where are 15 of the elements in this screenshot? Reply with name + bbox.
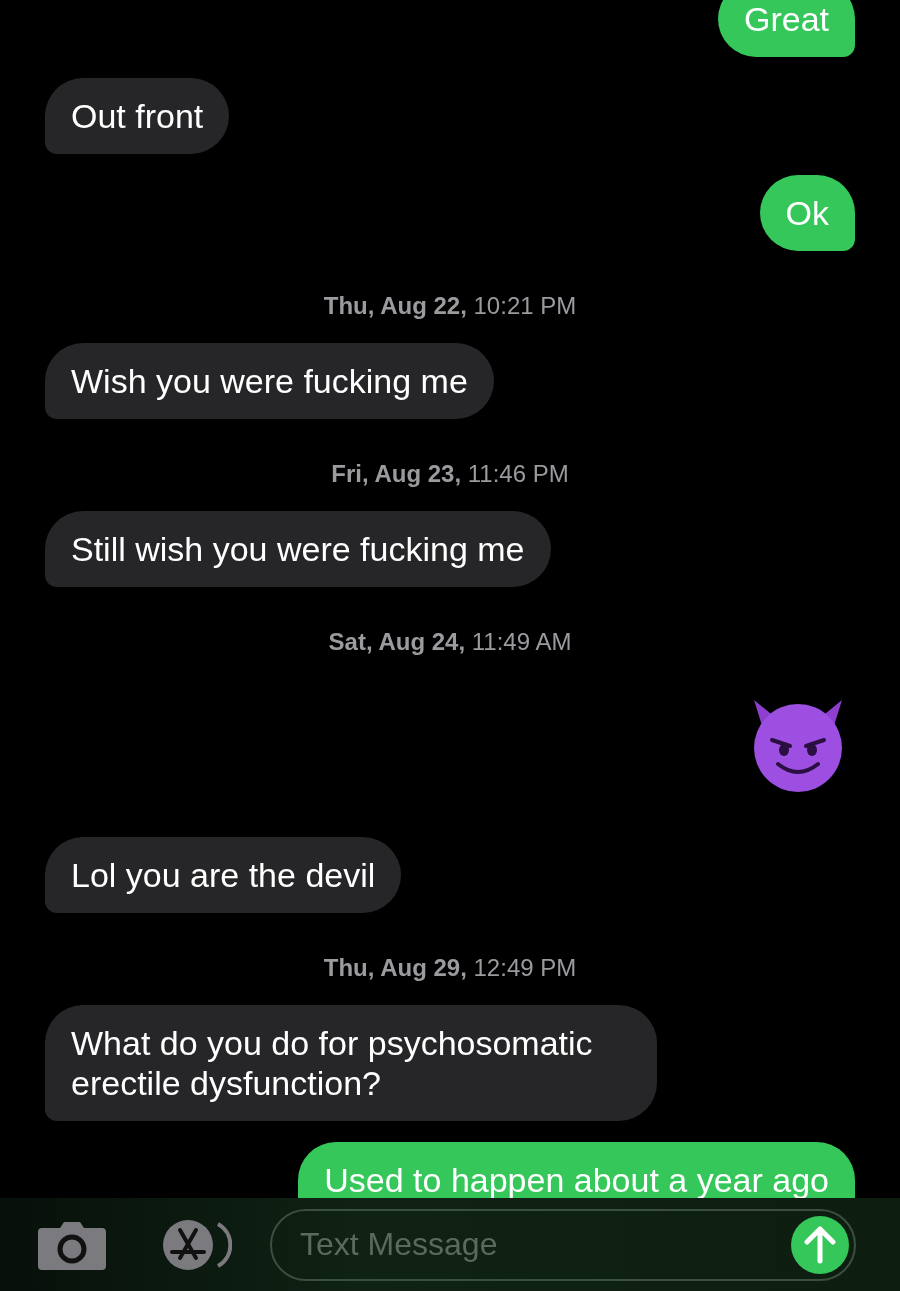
timestamp: Thu, Aug 29, 12:49 PM: [323, 954, 577, 982]
received-message-bubble: Out front: [45, 78, 230, 154]
received-message-bubble: Lol you are the devil: [45, 837, 402, 913]
timestamp: Thu, Aug 22, 10:21 PM: [323, 292, 577, 320]
received-message-bubble: What do you do for psychosomatic erectile dysfunction?: [45, 1005, 657, 1121]
send-button[interactable]: [791, 1215, 849, 1274]
timestamp: Fri, Aug 23, 11:46 PM: [331, 460, 569, 488]
camera-icon[interactable]: [38, 1219, 106, 1270]
received-message-bubble: Still wish you were fucking me: [45, 511, 551, 587]
received-message-bubble: Wish you were fucking me: [45, 343, 494, 419]
timestamp: Sat, Aug 24, 11:49 AM: [328, 628, 572, 656]
arrow-up-icon: [803, 1225, 837, 1264]
sent-message-bubble: Ok: [759, 175, 855, 251]
sent-message-bubble: Great: [717, 0, 855, 57]
message-field[interactable]: Text Message: [270, 1208, 856, 1281]
